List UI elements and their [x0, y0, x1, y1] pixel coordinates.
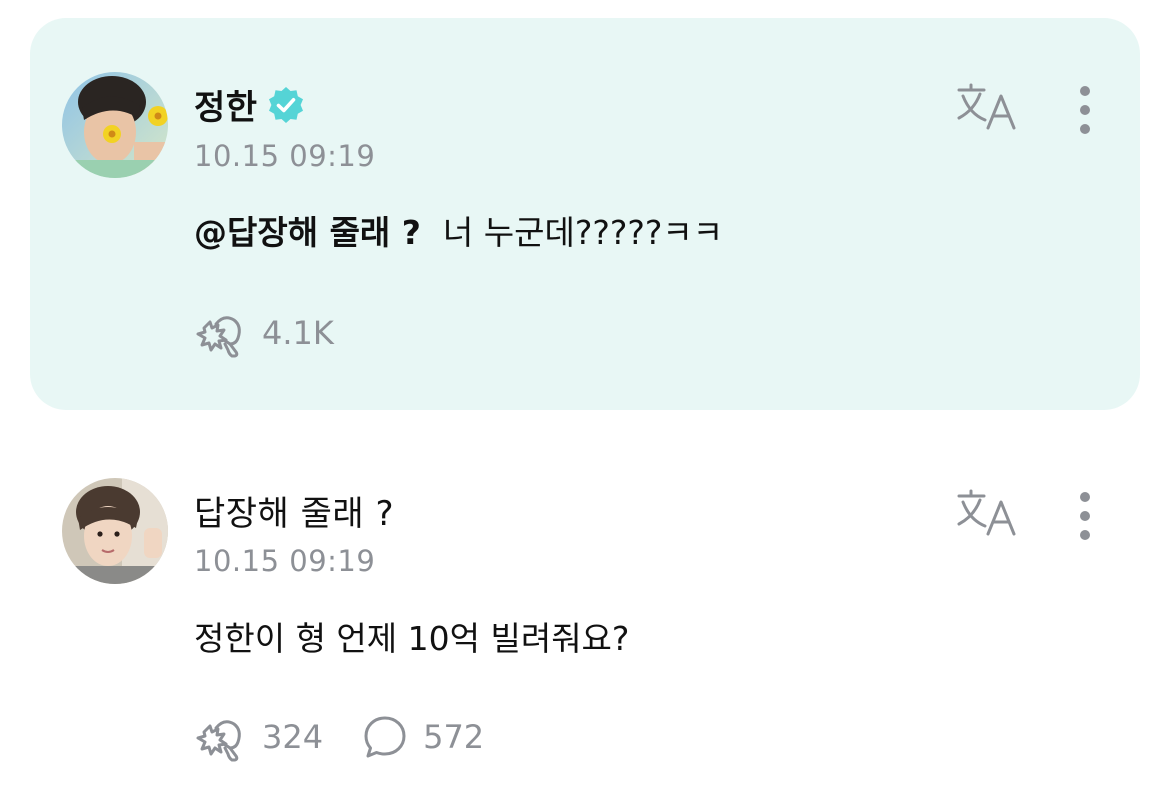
reply-post-highlighted: 정한 10.15 09:19 @답장해 줄래 ? 너 누군데?????ㅋㅋ 4.…: [30, 18, 1140, 410]
verified-badge-icon: [266, 85, 306, 125]
more-vertical-icon: [1080, 86, 1090, 134]
post-text: 너 누군데?????ㅋㅋ: [442, 213, 724, 252]
more-vertical-icon: [1080, 492, 1090, 540]
like-button[interactable]: 4.1K: [194, 308, 334, 358]
comment-count: 572: [423, 718, 485, 756]
timestamp: 10.15 09:19: [194, 544, 376, 578]
comment-thread: 정한 10.15 09:19 @답장해 줄래 ? 너 누군데?????ㅋㅋ 4.…: [0, 0, 1170, 796]
timestamp: 10.15 09:19: [194, 139, 376, 173]
author-name[interactable]: 정한: [194, 80, 258, 129]
like-hand-icon: [194, 308, 248, 358]
like-button[interactable]: 324: [194, 712, 323, 762]
like-count: 324: [262, 718, 324, 756]
like-count: 4.1K: [262, 314, 334, 352]
comment-bubble-icon: [361, 713, 409, 761]
translate-icon: [957, 489, 1016, 536]
fan-post: 답장해 줄래 ? 10.15 09:19 정한이 형 언제 10억 빌려줘요? …: [30, 448, 1140, 788]
post-body: @답장해 줄래 ? 너 누군데?????ㅋㅋ: [194, 206, 723, 254]
more-options-button[interactable]: [1070, 80, 1100, 140]
author-name[interactable]: 답장해 줄래 ?: [194, 486, 394, 535]
author-row: 정한: [194, 80, 306, 129]
post-text: 정한이 형 언제 10억 빌려줘요?: [194, 619, 630, 658]
action-bar: 324 572: [194, 712, 522, 762]
action-bar: 4.1K: [194, 308, 372, 358]
comment-button[interactable]: 572: [361, 713, 484, 761]
author-row: 답장해 줄래 ?: [194, 486, 394, 535]
post-body: 정한이 형 언제 10억 빌려줘요?: [194, 612, 629, 660]
more-options-button[interactable]: [1070, 486, 1100, 546]
avatar[interactable]: [62, 72, 168, 178]
translate-button[interactable]: [956, 488, 1018, 540]
translate-icon: [957, 83, 1016, 130]
mention-link[interactable]: @답장해 줄래 ?: [194, 213, 421, 252]
translate-button[interactable]: [956, 82, 1018, 134]
avatar[interactable]: [62, 478, 168, 584]
like-hand-icon: [194, 712, 248, 762]
